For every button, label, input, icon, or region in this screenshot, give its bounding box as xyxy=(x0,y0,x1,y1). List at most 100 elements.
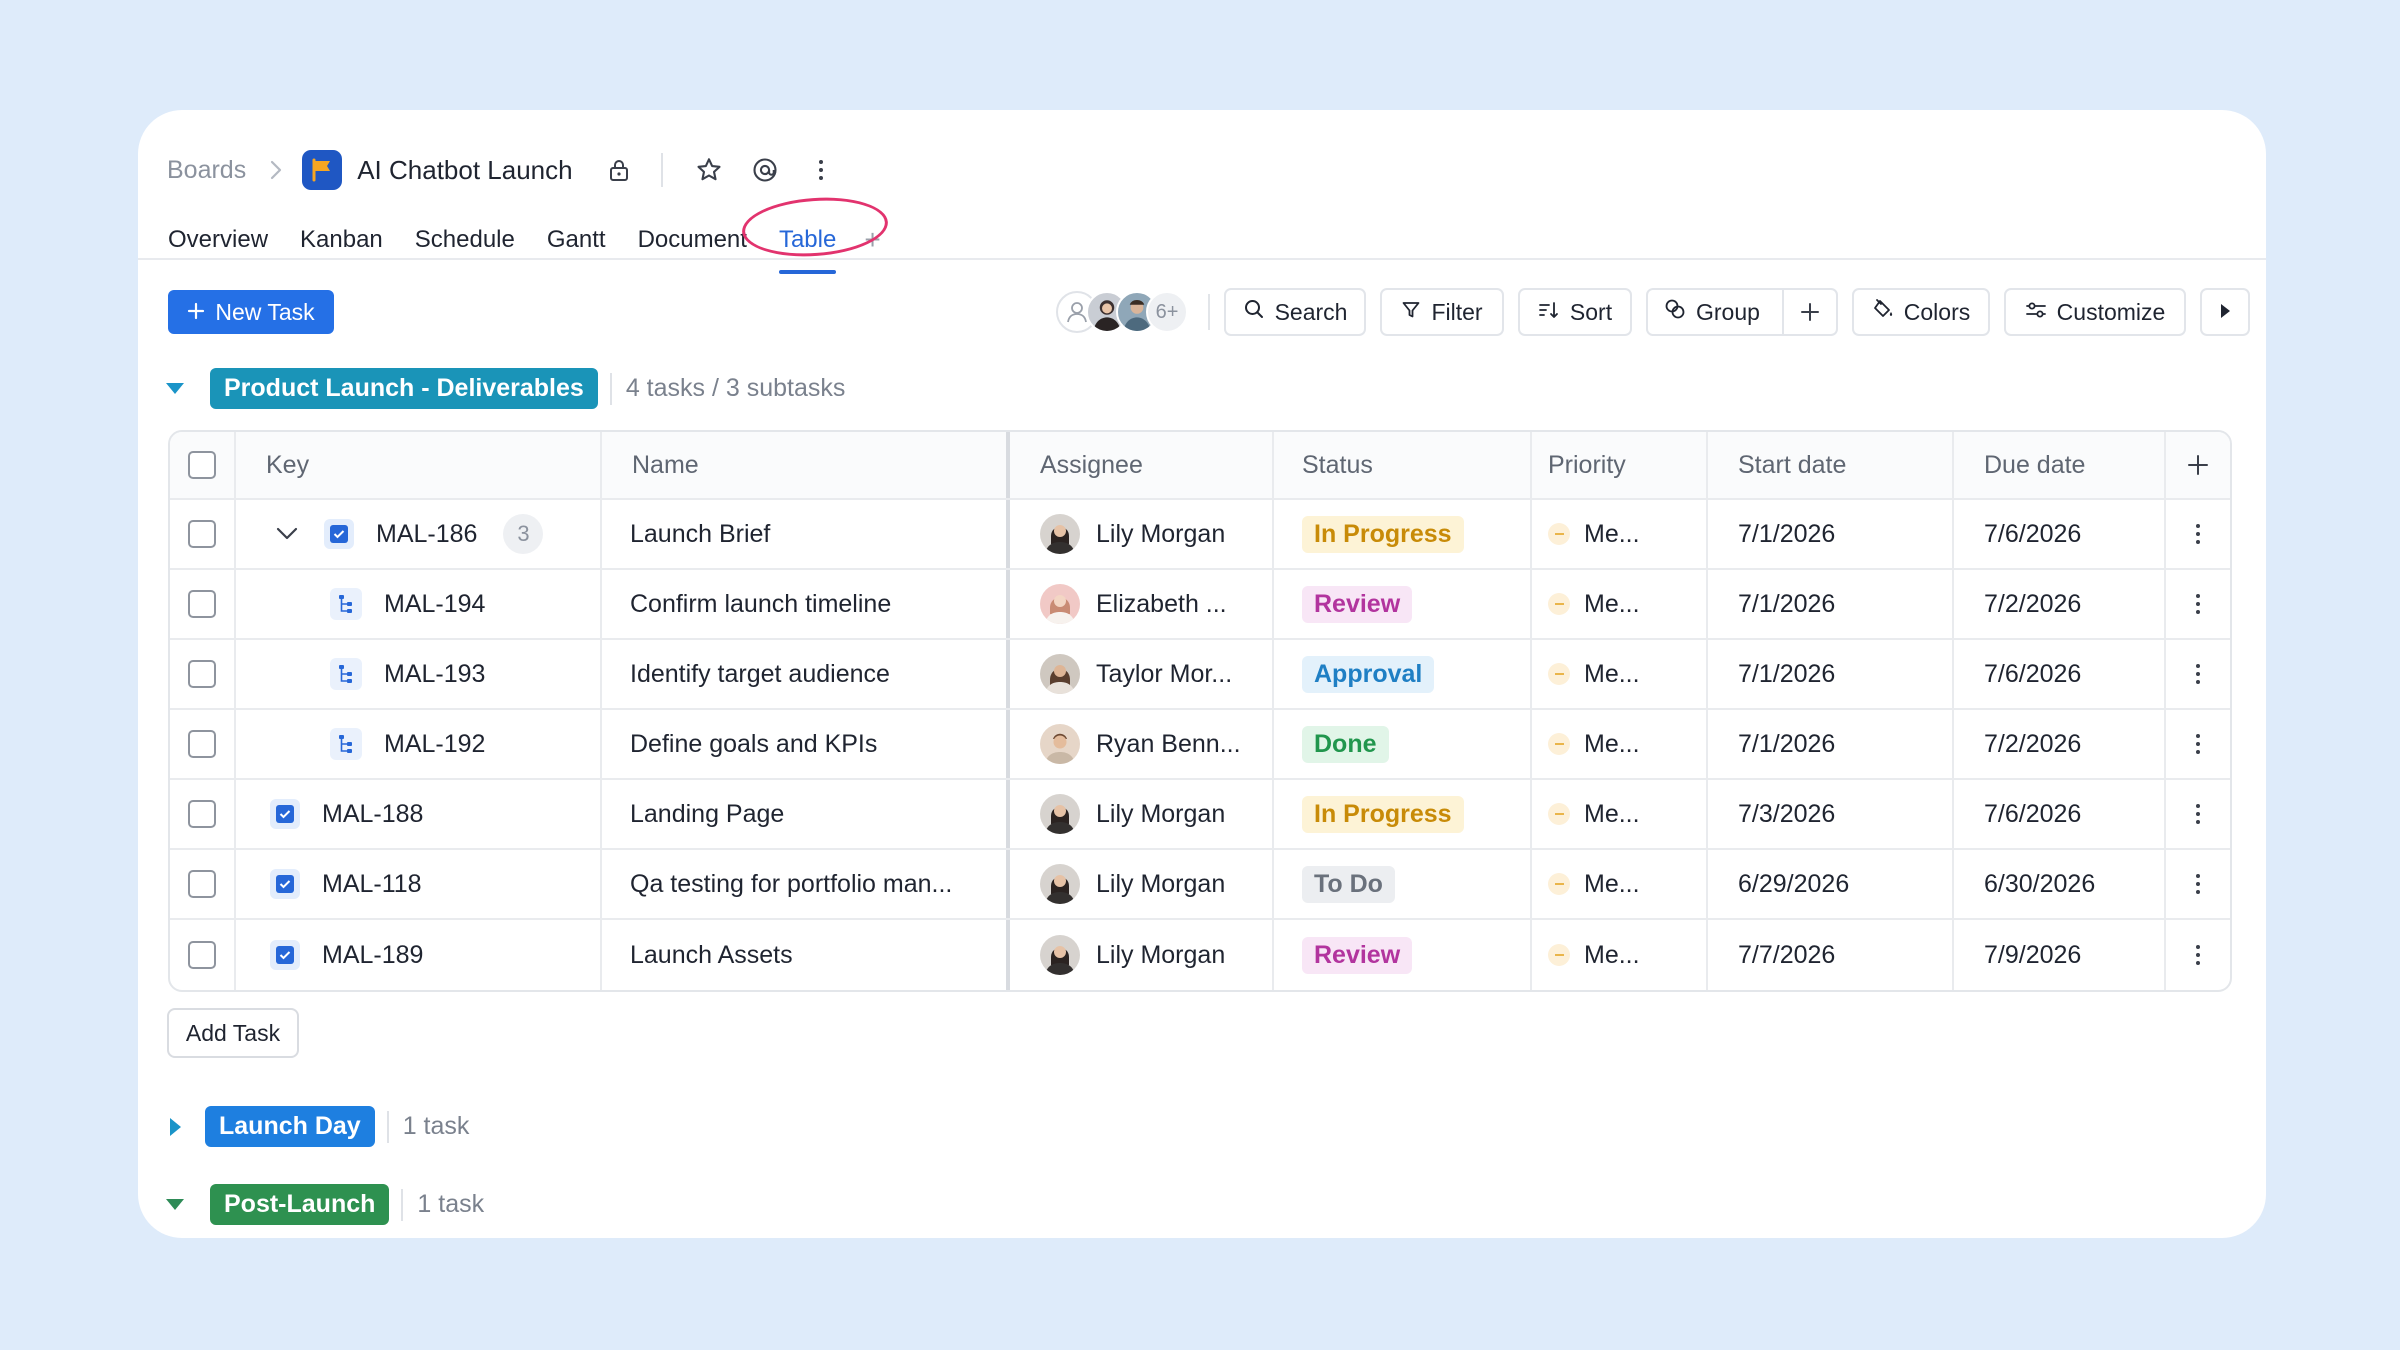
start-date[interactable]: 7/1/2026 xyxy=(1708,500,1954,568)
task-key[interactable]: MAL-118 xyxy=(322,870,422,899)
filter-button[interactable]: Filter xyxy=(1380,288,1504,336)
add-task-button[interactable]: Add Task xyxy=(167,1008,299,1058)
column-header-status[interactable]: Status xyxy=(1274,432,1532,498)
column-header-priority[interactable]: Priority xyxy=(1532,432,1708,498)
tab-gantt[interactable]: Gantt xyxy=(547,218,606,262)
status-cell[interactable]: In Progress xyxy=(1274,780,1532,848)
column-header-assignee[interactable]: Assignee xyxy=(1010,432,1274,498)
table-row[interactable]: MAL-192 Define goals and KPIs Ryan Benn.… xyxy=(170,710,2230,780)
status-cell[interactable]: Approval xyxy=(1274,640,1532,708)
row-checkbox[interactable] xyxy=(188,660,216,688)
row-more-vertical-icon[interactable] xyxy=(2166,710,2230,778)
table-row[interactable]: MAL-193 Identify target audience Taylor … xyxy=(170,640,2230,710)
tab-overview[interactable]: Overview xyxy=(168,218,268,262)
row-more-vertical-icon[interactable] xyxy=(2166,780,2230,848)
table-row[interactable]: MAL-189 Launch Assets Lily Morgan Review… xyxy=(170,920,2230,990)
table-row[interactable]: MAL-194 Confirm launch timeline Elizabet… xyxy=(170,570,2230,640)
status-cell[interactable]: Review xyxy=(1274,920,1532,990)
tab-kanban[interactable]: Kanban xyxy=(300,218,383,262)
task-key[interactable]: MAL-189 xyxy=(322,941,423,970)
task-key[interactable]: MAL-193 xyxy=(384,660,485,689)
row-more-vertical-icon[interactable] xyxy=(2166,850,2230,918)
task-name[interactable]: Qa testing for portfolio man... xyxy=(602,850,1010,918)
status-cell[interactable]: To Do xyxy=(1274,850,1532,918)
due-date[interactable]: 7/2/2026 xyxy=(1954,710,2166,778)
task-name[interactable]: Launch Brief xyxy=(602,500,1010,568)
task-key[interactable]: MAL-192 xyxy=(384,730,485,759)
more-members-badge[interactable]: 6+ xyxy=(1146,291,1188,333)
task-name[interactable]: Define goals and KPIs xyxy=(602,710,1010,778)
row-checkbox[interactable] xyxy=(188,941,216,969)
new-task-button[interactable]: New Task xyxy=(168,290,334,334)
task-key[interactable]: MAL-188 xyxy=(322,800,423,829)
priority-cell[interactable]: Me... xyxy=(1532,710,1708,778)
row-more-vertical-icon[interactable] xyxy=(2166,920,2230,990)
assignee-cell[interactable]: Lily Morgan xyxy=(1010,850,1274,918)
table-row[interactable]: MAL-118 Qa testing for portfolio man... … xyxy=(170,850,2230,920)
column-header-key[interactable]: Key xyxy=(236,432,602,498)
priority-cell[interactable]: Me... xyxy=(1532,570,1708,638)
breadcrumb-boards-link[interactable]: Boards xyxy=(167,156,246,185)
member-avatars[interactable]: 6+ xyxy=(1056,290,1188,334)
task-name[interactable]: Identify target audience xyxy=(602,640,1010,708)
start-date[interactable]: 6/29/2026 xyxy=(1708,850,1954,918)
due-date[interactable]: 7/6/2026 xyxy=(1954,780,2166,848)
task-key[interactable]: MAL-186 xyxy=(376,520,477,549)
due-date[interactable]: 7/2/2026 xyxy=(1954,570,2166,638)
start-date[interactable]: 7/1/2026 xyxy=(1708,570,1954,638)
priority-cell[interactable]: Me... xyxy=(1532,920,1708,990)
expand-triangle-icon[interactable] xyxy=(170,1117,181,1136)
priority-cell[interactable]: Me... xyxy=(1532,640,1708,708)
sort-button[interactable]: Sort xyxy=(1518,288,1632,336)
due-date[interactable]: 7/6/2026 xyxy=(1954,500,2166,568)
assignee-cell[interactable]: Lily Morgan xyxy=(1010,920,1274,990)
row-more-vertical-icon[interactable] xyxy=(2166,500,2230,568)
expand-toolbar-button[interactable] xyxy=(2200,288,2250,336)
priority-cell[interactable]: Me... xyxy=(1532,850,1708,918)
priority-cell[interactable]: Me... xyxy=(1532,500,1708,568)
assignee-cell[interactable]: Elizabeth ... xyxy=(1010,570,1274,638)
more-vertical-icon[interactable] xyxy=(801,150,841,190)
due-date[interactable]: 7/9/2026 xyxy=(1954,920,2166,990)
start-date[interactable]: 7/3/2026 xyxy=(1708,780,1954,848)
start-date[interactable]: 7/1/2026 xyxy=(1708,710,1954,778)
add-column-plus-icon[interactable] xyxy=(2166,432,2230,498)
priority-cell[interactable]: Me... xyxy=(1532,780,1708,848)
customize-button[interactable]: Customize xyxy=(2004,288,2186,336)
search-button[interactable]: Search xyxy=(1224,288,1366,336)
row-checkbox[interactable] xyxy=(188,800,216,828)
colors-button[interactable]: Colors xyxy=(1852,288,1990,336)
add-group-plus-icon[interactable] xyxy=(1798,300,1822,330)
column-header-start-date[interactable]: Start date xyxy=(1708,432,1954,498)
star-icon[interactable] xyxy=(689,150,729,190)
task-key[interactable]: MAL-194 xyxy=(384,590,485,619)
tab-schedule[interactable]: Schedule xyxy=(415,218,515,262)
row-checkbox[interactable] xyxy=(188,590,216,618)
row-more-vertical-icon[interactable] xyxy=(2166,640,2230,708)
task-name[interactable]: Launch Assets xyxy=(602,920,1010,990)
row-checkbox[interactable] xyxy=(188,870,216,898)
assignee-cell[interactable]: Ryan Benn... xyxy=(1010,710,1274,778)
status-cell[interactable]: Review xyxy=(1274,570,1532,638)
collapse-triangle-icon[interactable] xyxy=(166,383,184,394)
due-date[interactable]: 6/30/2026 xyxy=(1954,850,2166,918)
table-row[interactable]: MAL-188 Landing Page Lily Morgan In Prog… xyxy=(170,780,2230,850)
table-row[interactable]: MAL-186 3 Launch Brief Lily Morgan In Pr… xyxy=(170,500,2230,570)
status-cell[interactable]: Done xyxy=(1274,710,1532,778)
group-button[interactable]: Group xyxy=(1646,288,1838,336)
task-name[interactable]: Landing Page xyxy=(602,780,1010,848)
select-all-checkbox[interactable] xyxy=(188,451,216,479)
status-cell[interactable]: In Progress xyxy=(1274,500,1532,568)
assignee-cell[interactable]: Taylor Mor... xyxy=(1010,640,1274,708)
due-date[interactable]: 7/6/2026 xyxy=(1954,640,2166,708)
column-header-due-date[interactable]: Due date xyxy=(1954,432,2166,498)
tab-document[interactable]: Document xyxy=(638,218,747,262)
assignee-cell[interactable]: Lily Morgan xyxy=(1010,500,1274,568)
start-date[interactable]: 7/1/2026 xyxy=(1708,640,1954,708)
row-checkbox[interactable] xyxy=(188,520,216,548)
row-checkbox[interactable] xyxy=(188,730,216,758)
column-header-name[interactable]: Name xyxy=(602,432,1010,498)
lock-icon[interactable] xyxy=(599,150,639,190)
task-name[interactable]: Confirm launch timeline xyxy=(602,570,1010,638)
chevron-down-icon[interactable] xyxy=(276,527,302,541)
